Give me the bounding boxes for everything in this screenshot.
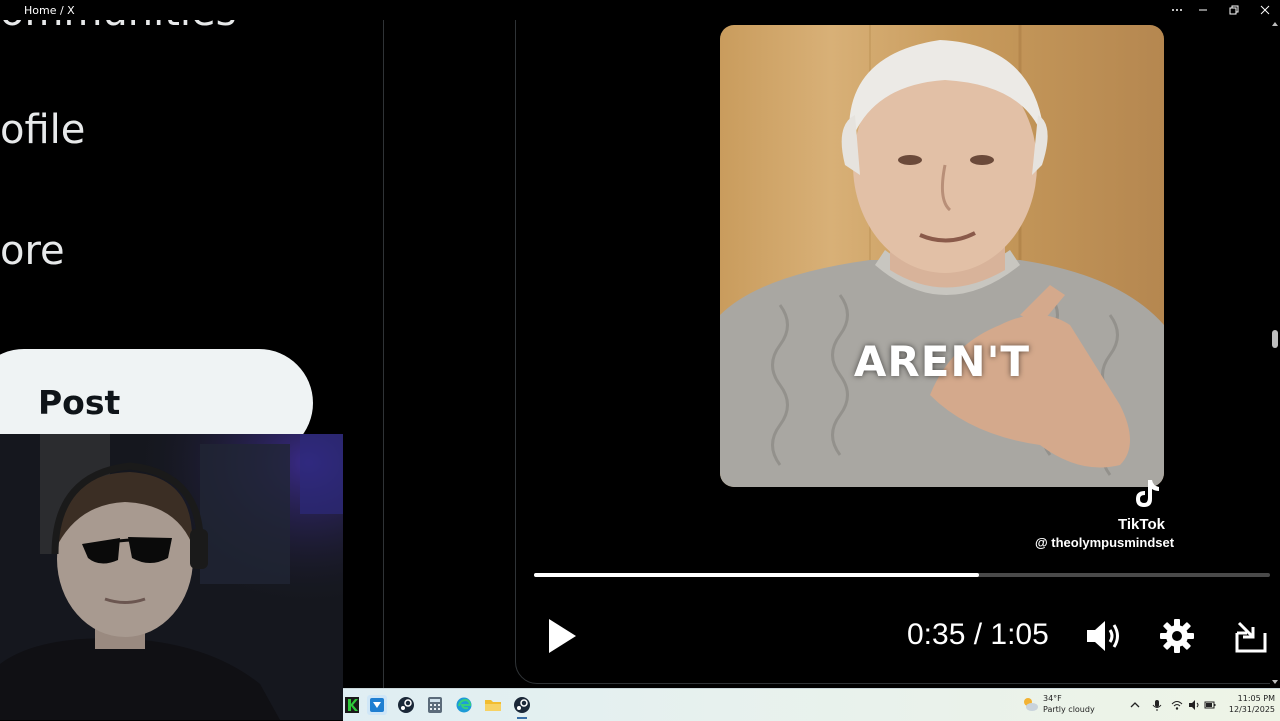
weather-description: Partly cloudy xyxy=(1043,705,1095,714)
wifi-icon[interactable] xyxy=(1171,699,1183,711)
scrollbar[interactable] xyxy=(1270,20,1280,688)
microphone-icon[interactable] xyxy=(1151,699,1163,711)
speaker-icon[interactable] xyxy=(1188,699,1200,711)
taskbar-app-twitch-icon[interactable] xyxy=(367,695,387,715)
sidebar-item-label: ore xyxy=(0,228,65,274)
taskbar: 34°F Partly cloudy 11:05 PM 12/31/2025 xyxy=(343,688,1280,721)
column-divider xyxy=(383,20,384,688)
close-icon[interactable] xyxy=(1250,0,1280,20)
tiktok-handle: @ theolympusmindset xyxy=(1035,535,1175,550)
battery-icon[interactable] xyxy=(1204,699,1216,711)
video-caption: AREN'T xyxy=(853,337,1031,386)
clock-time: 11:05 PM xyxy=(1237,694,1275,703)
scrollbar-arrows xyxy=(1272,22,1278,684)
settings-gear-icon[interactable] xyxy=(1159,618,1195,659)
tiktok-watermark: TikTok xyxy=(1118,516,1165,533)
taskbar-app-green-icon[interactable] xyxy=(343,696,361,714)
taskbar-steam-icon-2[interactable] xyxy=(513,696,531,719)
taskbar-steam-icon[interactable] xyxy=(397,696,415,714)
video-progress-fill xyxy=(534,573,980,577)
video-time: 0:35 / 1:05 xyxy=(907,618,1049,651)
taskbar-file-explorer-icon[interactable] xyxy=(484,696,502,714)
volume-icon[interactable] xyxy=(1084,617,1124,660)
video-frame[interactable]: AREN'T xyxy=(720,25,1164,487)
play-icon[interactable] xyxy=(546,617,578,660)
post-button-label: Post xyxy=(38,383,121,422)
window-title: Home / X xyxy=(24,4,75,17)
tiktok-logo-icon xyxy=(1136,480,1159,507)
sidebar-item-more[interactable]: ore xyxy=(0,231,65,271)
window-title-bar: Home / X xyxy=(0,0,1280,20)
restore-icon[interactable] xyxy=(1219,0,1249,20)
chevron-up-icon[interactable] xyxy=(1129,699,1141,711)
sidebar-item-profile[interactable]: ofile xyxy=(0,110,85,150)
taskbar-edge-icon[interactable] xyxy=(455,696,473,714)
weather-temperature: 34°F xyxy=(1043,694,1062,703)
scrollbar-thumb[interactable] xyxy=(1272,330,1278,348)
clock-date: 12/31/2025 xyxy=(1228,705,1275,714)
taskbar-calculator-icon[interactable] xyxy=(426,696,444,714)
weather-partly-cloudy-icon[interactable] xyxy=(1021,695,1039,713)
sidebar-item-label: ofile xyxy=(0,107,86,153)
active-indicator xyxy=(517,717,527,719)
webcam-image xyxy=(0,434,343,720)
video-image xyxy=(720,25,1164,487)
video-progress-bar[interactable] xyxy=(534,573,1270,577)
pop-out-icon[interactable] xyxy=(1233,619,1269,660)
webcam-overlay xyxy=(0,434,343,720)
minimize-icon[interactable] xyxy=(1188,0,1218,20)
